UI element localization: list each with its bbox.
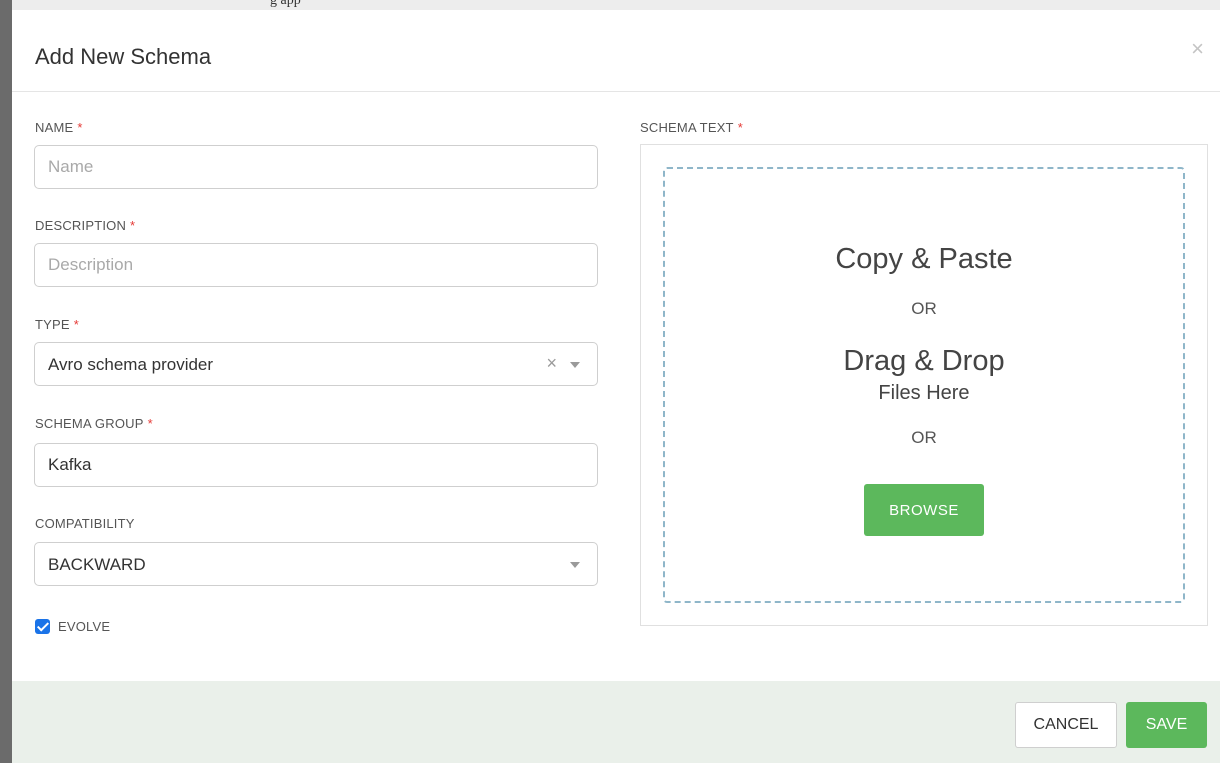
evolve-option: EVOLVE [35, 616, 110, 636]
schema-text-label: SCHEMA TEXT * [640, 120, 743, 135]
required-marker: * [73, 317, 80, 332]
backdrop-edge [0, 0, 12, 763]
evolve-label: EVOLVE [58, 618, 111, 634]
required-marker: * [130, 218, 136, 233]
schema-group-field [34, 443, 598, 487]
name-field [34, 145, 598, 189]
required-marker: * [147, 416, 153, 431]
chevron-down-icon[interactable] [570, 362, 580, 368]
or-text: OR [911, 299, 937, 318]
modal-footer: CANCEL SAVE [12, 681, 1220, 763]
save-button[interactable]: SAVE [1126, 702, 1207, 748]
compatibility-selected-value: BACKWARD [48, 555, 146, 574]
chevron-down-icon[interactable] [570, 562, 580, 568]
schema-group-label: SCHEMA GROUP * [35, 416, 153, 431]
schema-group-input[interactable] [35, 444, 597, 486]
close-icon[interactable]: × [1191, 38, 1204, 60]
name-input[interactable] [35, 146, 597, 188]
compatibility-label: COMPATIBILITY [35, 516, 135, 531]
clear-icon[interactable]: × [546, 353, 557, 374]
description-field [34, 243, 598, 287]
name-label: NAME * [35, 120, 83, 135]
type-selected-value: Avro schema provider [48, 355, 214, 374]
schema-text-panel: Copy & Paste OR Drag & Drop Files Here O… [640, 144, 1208, 626]
cancel-button[interactable]: CANCEL [1015, 702, 1117, 748]
description-label: DESCRIPTION * [35, 218, 136, 233]
background-page-text: g app [270, 0, 301, 8]
add-schema-modal: Add New Schema × NAME* DESCRIPTION* TYPE… [12, 10, 1220, 763]
type-select[interactable]: Avro schema provider × [34, 342, 598, 386]
browse-button[interactable]: BROWSE [864, 484, 984, 536]
type-label: TYPE * [35, 317, 80, 332]
files-here-text: Files Here [878, 382, 970, 404]
background-page-strip: g app [12, 0, 1220, 10]
copy-paste-text: Copy & Paste [835, 243, 1013, 275]
compatibility-select[interactable]: BACKWARD [34, 542, 598, 586]
or-text: OR [911, 428, 937, 447]
modal-title: Add New Schema [35, 44, 212, 69]
evolve-checkbox[interactable] [35, 618, 50, 634]
drag-drop-text: Drag & Drop [843, 345, 1005, 377]
required-marker: * [77, 120, 83, 135]
modal-header: Add New Schema × [12, 10, 1220, 92]
required-marker: * [737, 120, 743, 135]
description-input[interactable] [35, 244, 597, 286]
file-dropzone[interactable]: Copy & Paste OR Drag & Drop Files Here O… [663, 167, 1185, 603]
